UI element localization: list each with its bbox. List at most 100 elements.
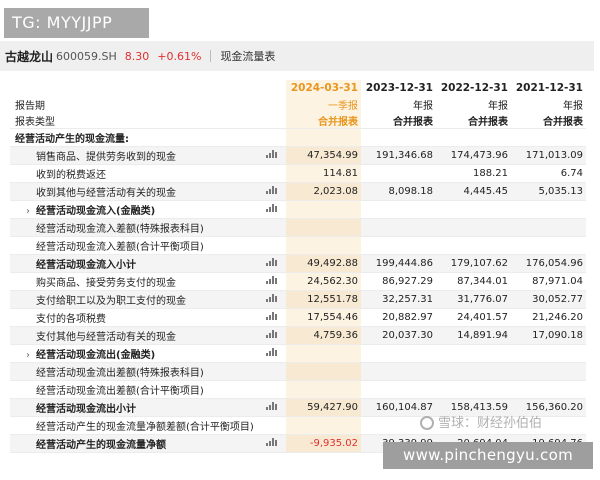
chart-cell [256,146,286,165]
table-row: 经营活动现金流入差额(合计平衡项目) [10,236,586,255]
page-title: 现金流量表 [220,50,276,63]
bar-chart-icon[interactable] [265,312,277,320]
report-type-value: 合并报表 [436,112,511,129]
value-cell [286,128,361,147]
row-label: 支付其他与经营活动有关的现金 [10,326,256,345]
date-header[interactable]: 2022-12-31 [436,80,511,96]
value-cell: 17,554.46 [286,308,361,327]
bar-chart-icon[interactable] [265,330,277,338]
xueqiu-watermark: 雪球：财经孙伯伯 [420,412,542,431]
stock-price: 8.30 [124,49,150,63]
value-cell: 174,473.96 [436,146,511,165]
value-cell [511,200,586,219]
period-row: 报告期 一季报 年报 年报 年报 [10,96,586,112]
row-label-text: 经营活动产生的现金流量净额 [36,440,166,451]
stock-code: 600059.SH [56,49,117,63]
value-cell: 191,346.68 [361,146,436,165]
row-label: 支付给职工以及为职工支付的现金 [10,290,256,309]
bar-chart-icon[interactable] [265,204,277,212]
bar-chart-icon[interactable] [265,348,277,356]
value-cell [511,236,586,255]
value-cell: 24,401.57 [436,308,511,327]
bar-chart-icon[interactable] [265,186,277,194]
value-cell [511,362,586,381]
value-cell: 21,246.20 [511,308,586,327]
value-cell [361,380,436,399]
value-cell [286,416,361,435]
value-cell: 47,354.99 [286,146,361,165]
value-cell [286,380,361,399]
bar-chart-icon[interactable] [265,276,277,284]
value-cell [511,128,586,147]
chart-cell [256,380,286,399]
row-label-text: 经营活动现金流入(金融类) [36,206,156,217]
chart-cell [256,272,286,291]
chart-cell [256,416,286,435]
value-cell [361,218,436,237]
row-label-text: 经营活动现金流出差额(合计平衡项目) [36,386,204,397]
report-type-value: 合并报表 [361,112,436,129]
value-cell [286,200,361,219]
row-label: 经营活动现金流出差额(特殊报表科目) [10,362,256,381]
value-cell [436,380,511,399]
expand-chevron-icon[interactable]: › [26,206,36,217]
period-value: 年报 [488,100,508,112]
value-cell: 114.81 [286,164,361,183]
value-cell [286,362,361,381]
row-label-text: 购买商品、接受劳务支付的现金 [36,278,176,289]
value-cell: 5,035.13 [511,182,586,201]
bar-chart-icon[interactable] [265,438,277,446]
bar-chart-icon[interactable] [265,258,277,266]
row-label: 经营活动现金流出差额(合计平衡项目) [10,380,256,399]
date-header-blank [256,80,286,96]
chart-cell [256,182,286,201]
stock-header: 古越龙山 600059.SH 8.30 +0.61% 现金流量表 [0,41,594,71]
stock-name[interactable]: 古越龙山 [5,48,53,65]
row-label[interactable]: › 经营活动现金流出(金融类) [10,344,256,363]
value-cell [436,236,511,255]
stock-change: +0.61% [157,49,202,63]
watermark-bottom: www.pinchengyu.com [383,442,593,469]
value-cell [361,344,436,363]
value-cell [286,236,361,255]
value-cell: 188.21 [436,164,511,183]
row-label-text: 收到其他与经营活动有关的现金 [36,188,176,199]
table-row: › 经营活动现金流出(金融类) [10,344,586,363]
bar-chart-icon[interactable] [265,402,277,410]
value-cell [511,218,586,237]
cash-flow-table: 2024-03-31 2023-12-31 2022-12-31 2021-12… [10,80,586,453]
row-label: 经营活动产生的现金流量: [10,128,256,147]
value-cell: 4,445.45 [436,182,511,201]
value-cell: 4,759.36 [286,326,361,345]
row-label: 经营活动现金流入差额(特殊报表科目) [10,218,256,237]
row-label-text: 经营活动产生的现金流量净额差额(合计平衡项目) [36,422,254,433]
value-cell: 30,052.77 [511,290,586,309]
row-label: 收到其他与经营活动有关的现金 [10,182,256,201]
period-value: 一季报 [286,96,361,112]
date-header[interactable]: 2024-03-31 [286,80,361,96]
value-cell: 86,927.29 [361,272,436,291]
watermark-top: TG: MYYJJPP [4,8,149,38]
row-label: 支付的各项税费 [10,308,256,327]
row-label: 经营活动现金流出小计 [10,398,256,417]
row-label-text: 收到的税费返还 [36,170,106,181]
bar-chart-icon[interactable] [265,150,277,158]
value-cell [436,344,511,363]
row-label-text: 经营活动现金流入差额(合计平衡项目) [36,242,204,253]
chart-cell [256,236,286,255]
value-cell: -9,935.02 [286,434,361,453]
bar-chart-icon[interactable] [265,294,277,302]
value-cell: 59,427.90 [286,398,361,417]
row-label[interactable]: › 经营活动现金流入(金融类) [10,200,256,219]
value-cell: 17,090.18 [511,326,586,345]
expand-chevron-icon[interactable]: › [26,350,36,361]
table-row: 经营活动现金流出差额(合计平衡项目) [10,380,586,399]
chart-cell [256,308,286,327]
row-label-text: 经营活动现金流出差额(特殊报表科目) [36,368,204,379]
value-cell [361,200,436,219]
date-header[interactable]: 2023-12-31 [361,80,436,96]
value-cell [286,344,361,363]
table-row: 支付其他与经营活动有关的现金 4,759.36 20,037.30 14,891.94… [10,326,586,345]
date-header[interactable]: 2021-12-31 [511,80,586,96]
row-label-text: 销售商品、提供劳务收到的现金 [36,152,176,163]
